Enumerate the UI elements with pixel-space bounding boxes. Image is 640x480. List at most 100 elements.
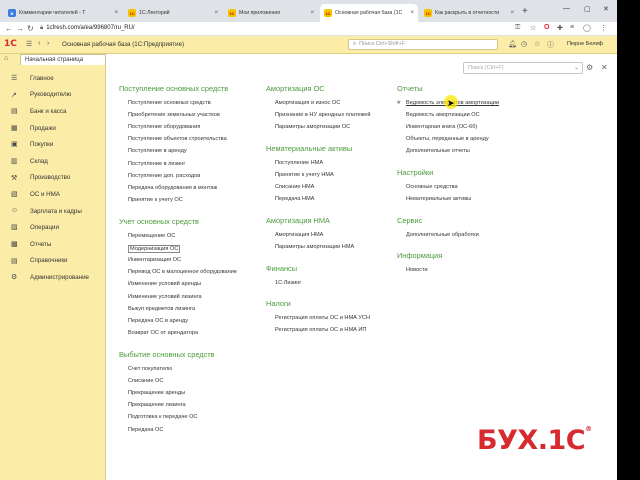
nav-link[interactable]: Передача оборудования в монтаж xyxy=(128,185,217,191)
nav-link[interactable]: Основные средства xyxy=(406,184,458,190)
sidebar-item[interactable]: ▨ Операции xyxy=(0,219,106,236)
nav-link[interactable]: Поступление НМА xyxy=(275,160,323,166)
close-icon[interactable]: ✕ xyxy=(601,63,608,72)
nav-link[interactable]: Поступление основных средств xyxy=(128,100,211,106)
nav-link[interactable]: Прекращение аренды xyxy=(128,390,185,396)
nav-link[interactable]: Дополнительные обработки xyxy=(406,232,479,238)
nav-link[interactable]: Дополнительные отчеты xyxy=(406,148,470,154)
sidebar-item[interactable]: ☺ Зарплата и кадры xyxy=(0,203,106,220)
user-name[interactable]: Пюрне Белиф xyxy=(567,41,603,47)
browser-tab-0[interactable]: В Комментарии читателей - Т × xyxy=(4,4,122,22)
minimize-icon[interactable]: — xyxy=(563,5,570,12)
sidebar-item[interactable]: ▧ ОС и НМА xyxy=(0,186,106,203)
browser-tab-1[interactable]: 1С 1С:Лекторий × xyxy=(124,4,222,22)
nav-link[interactable]: Регистрация оплаты ОС и НМА УСН xyxy=(275,315,370,321)
new-tab-icon[interactable]: + xyxy=(522,6,528,17)
close-window-icon[interactable]: ✕ xyxy=(603,5,609,13)
sidebar-item[interactable]: ↗ Руководителю xyxy=(0,87,106,104)
opera-icon[interactable]: O xyxy=(544,24,549,31)
nav-link[interactable]: Инвентаризация ОС xyxy=(128,257,181,263)
nav-link[interactable]: Поступление оборудования xyxy=(128,124,200,130)
nav-link[interactable]: Приобретение земельных участков xyxy=(128,112,220,118)
nav-link[interactable]: Принятие к учету НМА xyxy=(275,172,334,178)
back-nav-icon[interactable]: ‹ xyxy=(38,40,40,47)
home-icon[interactable]: ⌂ xyxy=(4,55,14,64)
settings-gear-icon[interactable]: ⚙ xyxy=(586,63,593,72)
nav-link[interactable]: Передача ОС xyxy=(128,427,163,433)
menu-icon[interactable]: ☰ xyxy=(26,40,32,48)
nav-link[interactable]: Перевод ОС в малоценное оборудование xyxy=(128,269,237,275)
nav-link[interactable]: Амортизация НМА xyxy=(275,232,323,238)
nav-link[interactable]: Амортизация и износ ОС xyxy=(275,100,340,106)
nav-link[interactable]: Инвентарная книга (ОС-6б) xyxy=(406,124,477,130)
browser-tab-2[interactable]: 1С Мои приложения × xyxy=(224,4,318,22)
sidebar-item[interactable]: ▥ Склад xyxy=(0,153,106,170)
favorite-star-icon[interactable]: ★ xyxy=(396,99,401,106)
reading-list-icon[interactable]: ≡ xyxy=(570,24,574,31)
nav-link[interactable]: Параметры амортизации ОС xyxy=(275,124,350,130)
browser-tab-4[interactable]: 1С Как раскрыть в отчетности × xyxy=(420,4,518,22)
forward-nav-icon[interactable]: › xyxy=(47,40,49,47)
back-icon[interactable]: ← xyxy=(5,24,13,33)
nav-link[interactable]: Списание НМА xyxy=(275,184,314,190)
info-icon[interactable]: ⓘ xyxy=(547,40,554,50)
sidebar-item[interactable]: ▦ Продажи xyxy=(0,120,106,137)
nav-link[interactable]: Подготовка к передаче ОС xyxy=(128,414,197,420)
nav-link[interactable]: Списание ОС xyxy=(128,378,163,384)
extensions-icon[interactable]: ✚ xyxy=(557,24,563,32)
global-search-input[interactable]: ⌕ Поиск Ctrl+Shift+F xyxy=(348,39,498,50)
history-icon[interactable]: ◷ xyxy=(521,40,527,48)
nav-link[interactable]: Нематериальные активы xyxy=(406,196,471,202)
nav-link[interactable]: Перемещение ОС xyxy=(128,233,175,239)
nav-link[interactable]: Регистрация оплаты ОС и НМА ИП xyxy=(275,327,366,333)
nav-link[interactable]: Поступление доп. расходов xyxy=(128,173,200,179)
nav-link[interactable]: Поступление объектов строительства xyxy=(128,136,227,142)
browser-menu-icon[interactable]: ⋮ xyxy=(600,24,607,32)
nav-link[interactable]: Модернизация ОС xyxy=(128,245,181,254)
sidebar-item[interactable]: ▤ Справочники xyxy=(0,253,106,270)
nav-link[interactable]: Параметры амортизации НМА xyxy=(275,244,354,250)
cart-icon: ▣ xyxy=(11,141,18,149)
notifications-icon[interactable]: 🔔︎ xyxy=(508,40,517,48)
profile-icon[interactable]: ◯ xyxy=(583,24,591,32)
nav-link[interactable]: Новости xyxy=(406,267,428,273)
close-tab-icon[interactable]: × xyxy=(114,10,118,16)
nav-link[interactable]: Принятие к учету ОС xyxy=(128,197,183,203)
tab-home-page[interactable]: Начальная страница xyxy=(20,54,106,65)
maximize-icon[interactable]: ▢ xyxy=(584,5,591,13)
sidebar-item[interactable]: ▣ Покупки xyxy=(0,136,106,153)
nav-link[interactable]: Передача ОС в аренду xyxy=(128,318,188,324)
nav-link[interactable]: Признание в НУ арендных платежей xyxy=(275,112,371,118)
sidebar-item[interactable]: ⚒ Производство xyxy=(0,170,106,187)
nav-link[interactable]: Изменение условий лизинга xyxy=(128,294,202,300)
sidebar-item[interactable]: ☰ Главное xyxy=(0,70,106,87)
close-tab-icon[interactable]: × xyxy=(410,10,414,16)
browser-tab-3[interactable]: 1С Основная рабочая база (1С × xyxy=(320,4,418,22)
nav-link[interactable]: Поступление в аренду xyxy=(128,148,187,154)
nav-link[interactable]: Поступление в лизинг xyxy=(128,161,185,167)
key-icon[interactable]: ⚿ xyxy=(515,24,520,32)
nav-link[interactable]: 1С:Лизинг xyxy=(275,280,301,286)
favorites-icon[interactable]: ☆ xyxy=(534,40,540,48)
nav-link[interactable]: Объекты, переданные в аренду xyxy=(406,136,489,142)
close-tab-icon[interactable]: × xyxy=(310,10,314,16)
bookmark-star-icon[interactable]: ☆ xyxy=(530,24,536,32)
nav-link[interactable]: Прекращение лизинга xyxy=(128,402,186,408)
nav-link[interactable]: Ведомость амортизации ОС xyxy=(406,112,480,118)
forward-icon[interactable]: → xyxy=(16,24,24,33)
nav-link[interactable]: Изменение условий аренды xyxy=(128,281,201,287)
nav-link[interactable]: Возврат ОС от арендатора xyxy=(128,330,198,336)
main-search-input[interactable]: Поиск (Ctrl+F) ⌄ xyxy=(463,62,583,74)
nav-link[interactable]: Передача НМА xyxy=(275,196,315,202)
url-field[interactable]: 🔒︎ 1cfresh.com/a/ea/996807/ru_RU/ xyxy=(40,25,135,32)
sidebar-item[interactable]: ▤ Банк и касса xyxy=(0,103,106,120)
sidebar-item[interactable]: ▩ Отчеты xyxy=(0,236,106,253)
sidebar-item[interactable]: ⚙ Администрирование xyxy=(0,269,106,286)
nav-link[interactable]: Счет покупателю xyxy=(128,366,172,372)
close-tab-icon[interactable]: × xyxy=(510,10,514,16)
reload-icon[interactable]: ↻ xyxy=(27,24,34,33)
search-dropdown-icon[interactable]: ⌄ xyxy=(574,64,579,71)
section-heading: Информация xyxy=(397,251,443,260)
close-tab-icon[interactable]: × xyxy=(214,10,218,16)
nav-link[interactable]: Выкуп предметов лизинга xyxy=(128,306,195,312)
